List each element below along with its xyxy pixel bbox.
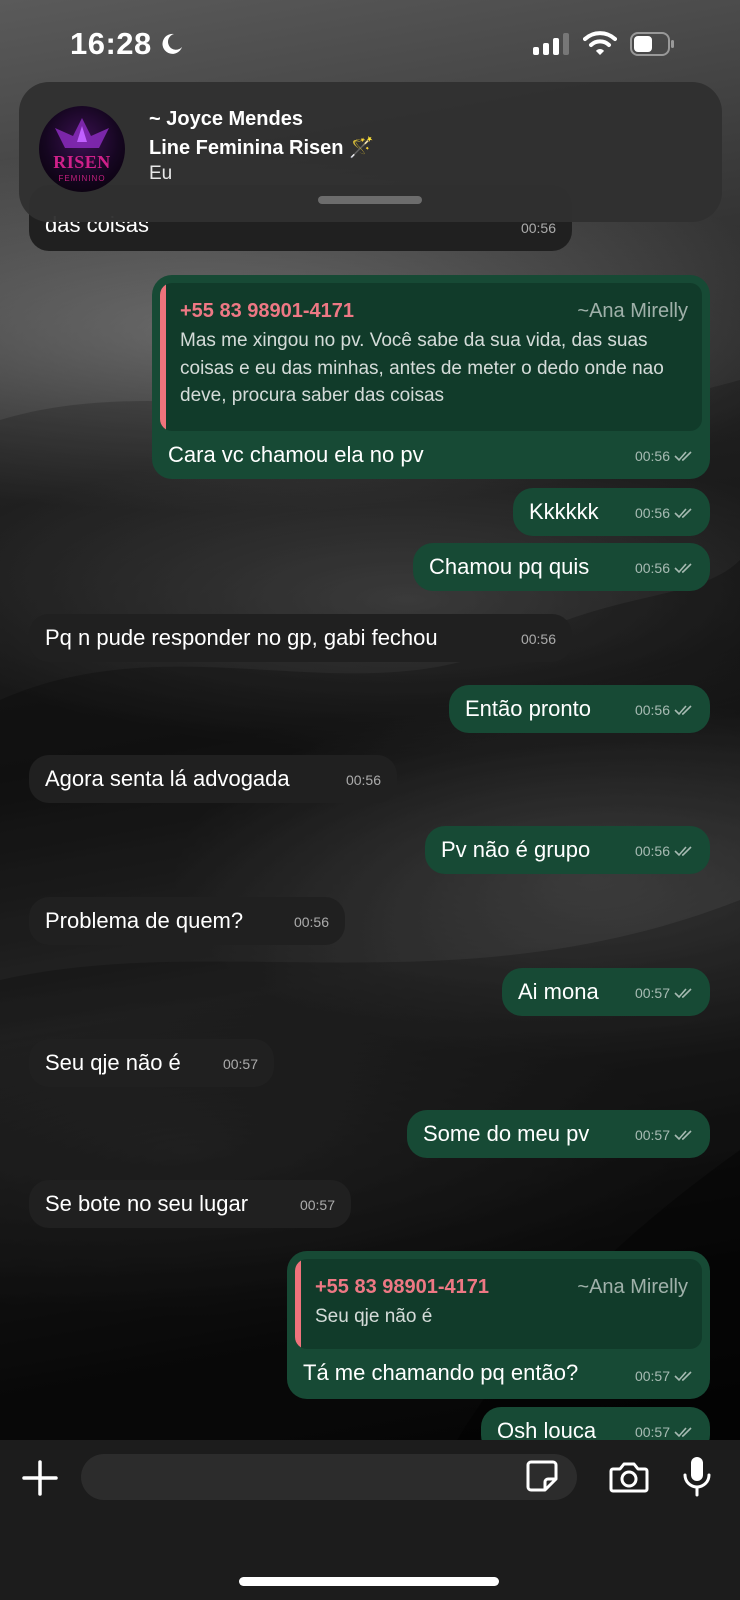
message-bubble-incoming[interactable]: Agora senta lá advogada 00:56: [29, 755, 397, 803]
message-status: 00:57: [635, 979, 694, 1007]
signal-icon: [533, 33, 573, 60]
camera-icon[interactable]: [609, 1461, 649, 1498]
message-status: 00:56: [635, 499, 694, 527]
home-indicator[interactable]: [239, 1577, 499, 1586]
double-check-icon: [674, 508, 692, 519]
message-text: Problema de quem?: [45, 908, 244, 933]
double-check-icon: [674, 563, 692, 574]
quoted-message[interactable]: +55 83 98901-4171 ~Ana Mirelly Seu qje n…: [295, 1259, 702, 1349]
message-bubble-outgoing[interactable]: Ai mona 00:57: [502, 968, 710, 1016]
quote-sender-name: ~Ana Mirelly: [577, 1276, 688, 1298]
message-text: Se bote no seu lugar: [45, 1191, 249, 1216]
quote-sender-phone: +55 83 98901-4171: [180, 300, 355, 322]
message-status: 00:56: [635, 442, 694, 470]
double-check-icon: [674, 1427, 692, 1438]
message-time: 00:56: [293, 914, 329, 930]
quote-sender-phone: +55 83 98901-4171: [315, 1276, 490, 1298]
composer-bar: [0, 1440, 740, 1600]
message-text: Some do meu pv: [423, 1121, 590, 1146]
message-text: Kkkkkk: [529, 499, 599, 524]
quote-text: Seu qje não é: [315, 1306, 433, 1327]
message-time: 00:57: [222, 1056, 258, 1072]
plus-icon[interactable]: [22, 1460, 58, 1501]
message-bubble-outgoing[interactable]: Então pronto 00:56: [449, 685, 710, 733]
quote-accent-bar: [160, 283, 166, 431]
message-status: 00:56: [635, 696, 694, 724]
message-text: Pq n pude responder no gp, gabi fechou: [45, 625, 438, 650]
quote-accent-bar: [295, 1259, 301, 1349]
message-text: Pv não é grupo: [441, 837, 591, 862]
quote-sender-name: ~Ana Mirelly: [577, 300, 688, 322]
banner-drag-handle[interactable]: [318, 196, 422, 204]
double-check-icon: [674, 988, 692, 999]
battery-icon: [630, 32, 676, 61]
double-check-icon: [674, 451, 692, 462]
message-time: 00:56: [520, 631, 556, 647]
message-status: 00:56: [635, 837, 694, 865]
message-bubble-outgoing-reply[interactable]: +55 83 98901-4171 ~Ana Mirelly Seu qje n…: [287, 1251, 710, 1399]
message-bubble-incoming[interactable]: Pq n pude responder no gp, gabi fechou 0…: [29, 614, 572, 662]
notification-subtitle: Eu: [149, 163, 173, 184]
quoted-message[interactable]: +55 83 98901-4171 ~Ana Mirelly Mas me xi…: [160, 283, 702, 431]
microphone-icon[interactable]: [682, 1455, 712, 1502]
message-input[interactable]: [81, 1454, 577, 1500]
double-check-icon: [674, 1371, 692, 1382]
message-bubble-incoming[interactable]: Problema de quem? 00:56: [29, 897, 345, 945]
notification-group-name: Line Feminina Risen 🪄: [149, 137, 374, 159]
message-status: 00:56: [635, 554, 694, 582]
moon-icon: [160, 32, 184, 61]
message-text: Agora senta lá advogada: [45, 766, 290, 791]
message-status: 00:57: [635, 1121, 694, 1149]
notification-banner[interactable]: RISEN FEMININO ~ Joyce Mendes Line Femin…: [19, 82, 722, 222]
message-bubble-outgoing[interactable]: Kkkkkk 00:56: [513, 488, 710, 536]
status-time: 16:28: [70, 26, 152, 61]
message-status: 00:57: [635, 1362, 694, 1390]
message-bubble-outgoing-reply[interactable]: +55 83 98901-4171 ~Ana Mirelly Mas me xi…: [152, 275, 710, 479]
status-bar: 16:28: [0, 0, 740, 88]
sticker-icon[interactable]: [525, 1459, 559, 1498]
message-time: 00:56: [345, 772, 381, 788]
quote-text: Mas me xingou no pv. Você sabe da sua vi…: [180, 330, 664, 406]
wifi-icon: [583, 30, 617, 61]
message-text: Então pronto: [465, 696, 591, 721]
message-text: Ai mona: [518, 979, 599, 1004]
notification-sender: ~ Joyce Mendes: [149, 108, 303, 130]
message-text: Chamou pq quis: [429, 554, 590, 579]
message-bubble-outgoing[interactable]: Chamou pq quis 00:56: [413, 543, 710, 591]
message-text: Cara vc chamou ela no pv: [168, 442, 424, 467]
message-bubble-outgoing[interactable]: Pv não é grupo 00:56: [425, 826, 710, 874]
avatar-logo-text: RISEN: [53, 152, 111, 172]
message-time: 00:57: [299, 1197, 335, 1213]
group-avatar: RISEN FEMININO: [39, 106, 125, 192]
message-text: Seu qje não é: [45, 1050, 181, 1075]
double-check-icon: [674, 846, 692, 857]
message-text: Tá me chamando pq então?: [303, 1360, 579, 1385]
message-bubble-incoming[interactable]: Se bote no seu lugar 00:57: [29, 1180, 351, 1228]
double-check-icon: [674, 1130, 692, 1141]
message-bubble-outgoing[interactable]: Some do meu pv 00:57: [407, 1110, 710, 1158]
avatar-logo-subtext: FEMININO: [58, 174, 106, 183]
double-check-icon: [674, 705, 692, 716]
message-bubble-incoming[interactable]: Seu qje não é 00:57: [29, 1039, 274, 1087]
